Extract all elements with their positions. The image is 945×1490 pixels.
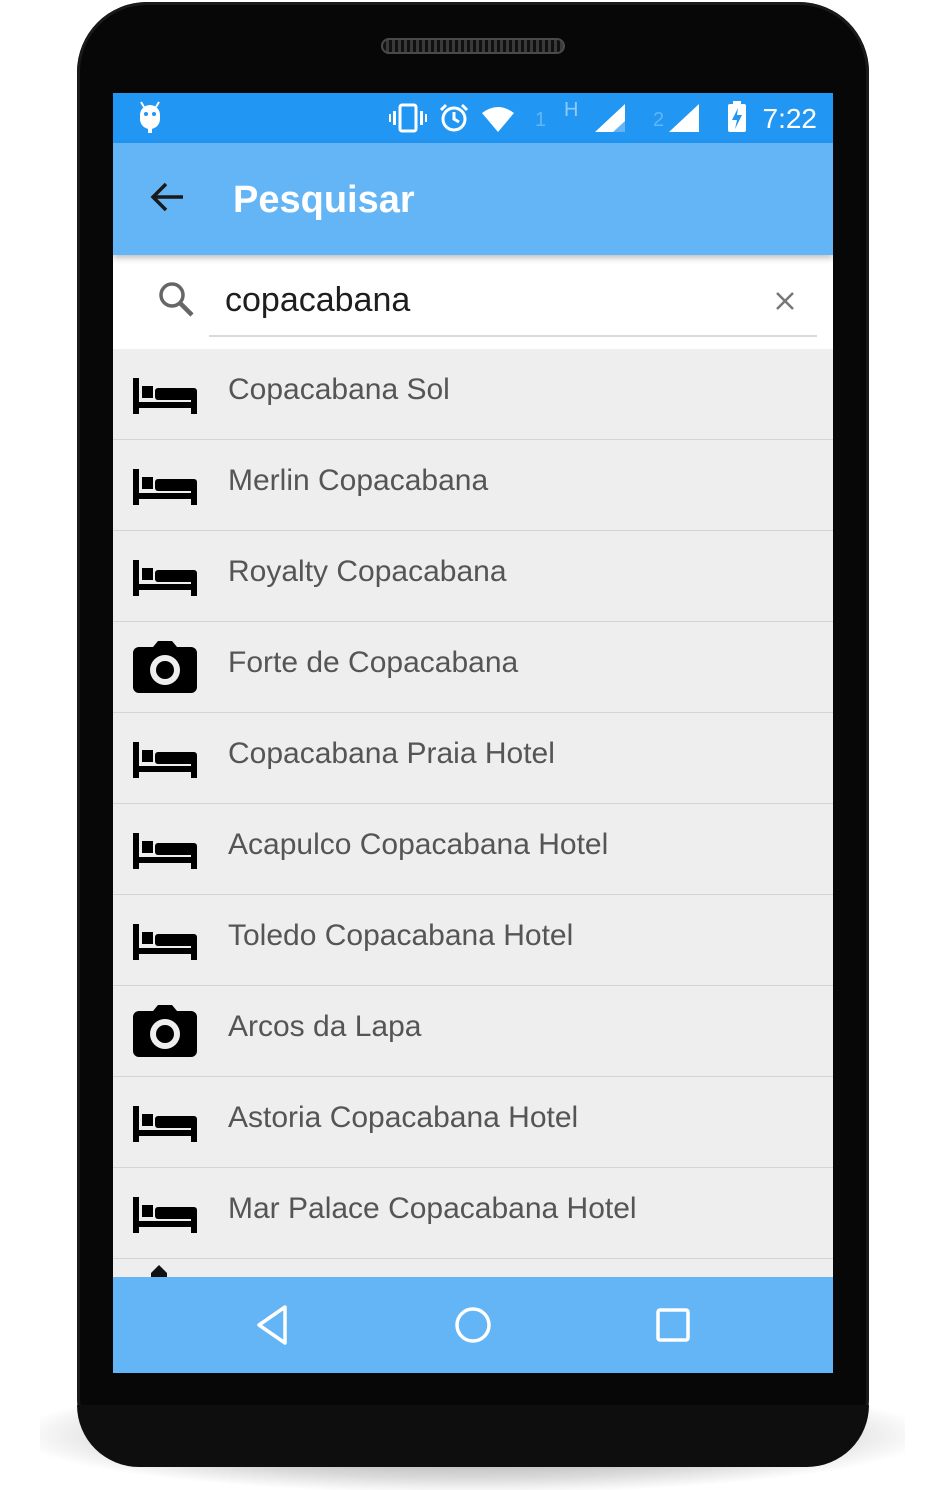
- nav-recents-icon[interactable]: [651, 1303, 695, 1347]
- list-item[interactable]: Toledo Copacabana Hotel: [113, 895, 833, 986]
- search-bar: [113, 255, 833, 349]
- navigation-bar: [113, 1277, 833, 1373]
- camera-icon: [133, 641, 197, 693]
- hotel-bed-icon: [133, 1187, 197, 1239]
- search-input[interactable]: [209, 269, 749, 331]
- hotel-bed-icon: [133, 368, 197, 420]
- arrow-back-icon: [149, 181, 185, 218]
- list-item-label: Royalty Copacabana: [228, 555, 507, 588]
- list-item[interactable]: Mar Palace Copacabana Hotel: [113, 1168, 833, 1259]
- back-button[interactable]: [133, 165, 201, 233]
- list-item-label: Copacabana Sol: [228, 373, 450, 406]
- list-item-label: Arcos da Lapa: [228, 1010, 422, 1043]
- hotel-bed-icon: [133, 1096, 197, 1148]
- list-item[interactable]: Royalty Copacabana: [113, 531, 833, 622]
- list-item[interactable]: Merlin Copacabana: [113, 440, 833, 531]
- hotel-bed-icon: [133, 732, 197, 784]
- sim2-label: 2: [653, 109, 665, 131]
- screen: 1 H 2 7:22 Pesquisar copacabana Copacaba…: [113, 93, 833, 1373]
- app-bar: Pesquisar: [113, 143, 833, 255]
- vibrate-icon: [389, 103, 427, 138]
- hotel-bed-icon: [133, 459, 197, 511]
- list-item-label: Merlin Copacabana: [228, 464, 489, 497]
- phone-speaker: [381, 38, 565, 54]
- signal-icon-sim2: [667, 103, 701, 138]
- results-list: Copacabana Sol Merlin Copacabana Royalty…: [113, 349, 833, 1259]
- list-item-label: Toledo Copacabana Hotel: [228, 919, 574, 952]
- list-item[interactable]: Copacabana Praia Hotel: [113, 713, 833, 804]
- list-item[interactable]: Copacabana Sol: [113, 349, 833, 440]
- status-time: 7:22: [762, 103, 818, 134]
- hotel-bed-icon: [133, 914, 197, 966]
- hotel-bed-icon: [133, 550, 197, 602]
- phone-chin: [77, 1405, 869, 1467]
- android-debug-icon: [137, 101, 163, 138]
- camera-icon: [133, 1005, 197, 1057]
- nav-back-icon[interactable]: [251, 1303, 295, 1347]
- close-icon[interactable]: [767, 283, 803, 319]
- search-underline: [209, 335, 817, 337]
- battery-charging-icon: [727, 101, 747, 138]
- search-icon: [157, 280, 195, 323]
- status-bar: 1 H 2 7:22: [113, 93, 833, 143]
- list-item-label: Acapulco Copacabana Hotel: [228, 828, 609, 861]
- nav-home-icon[interactable]: [451, 1303, 495, 1347]
- wifi-icon: [481, 105, 515, 138]
- alarm-icon: [439, 103, 469, 138]
- list-item-label: Mar Palace Copacabana Hotel: [228, 1192, 637, 1225]
- list-item[interactable]: Forte de Copacabana: [113, 622, 833, 713]
- list-item[interactable]: Acapulco Copacabana Hotel: [113, 804, 833, 895]
- sim1-label: 1: [535, 109, 547, 131]
- hotel-bed-icon: [133, 823, 197, 875]
- signal-icon: [593, 103, 627, 138]
- list-item[interactable]: Astoria Copacabana Hotel: [113, 1077, 833, 1168]
- page-title: Pesquisar: [233, 179, 415, 221]
- list-item-label: Astoria Copacabana Hotel: [228, 1101, 579, 1134]
- network-type-label: H: [564, 99, 579, 121]
- list-item-label: Copacabana Praia Hotel: [228, 737, 555, 770]
- list-item-label: Forte de Copacabana: [228, 646, 519, 679]
- list-item[interactable]: Arcos da Lapa: [113, 986, 833, 1077]
